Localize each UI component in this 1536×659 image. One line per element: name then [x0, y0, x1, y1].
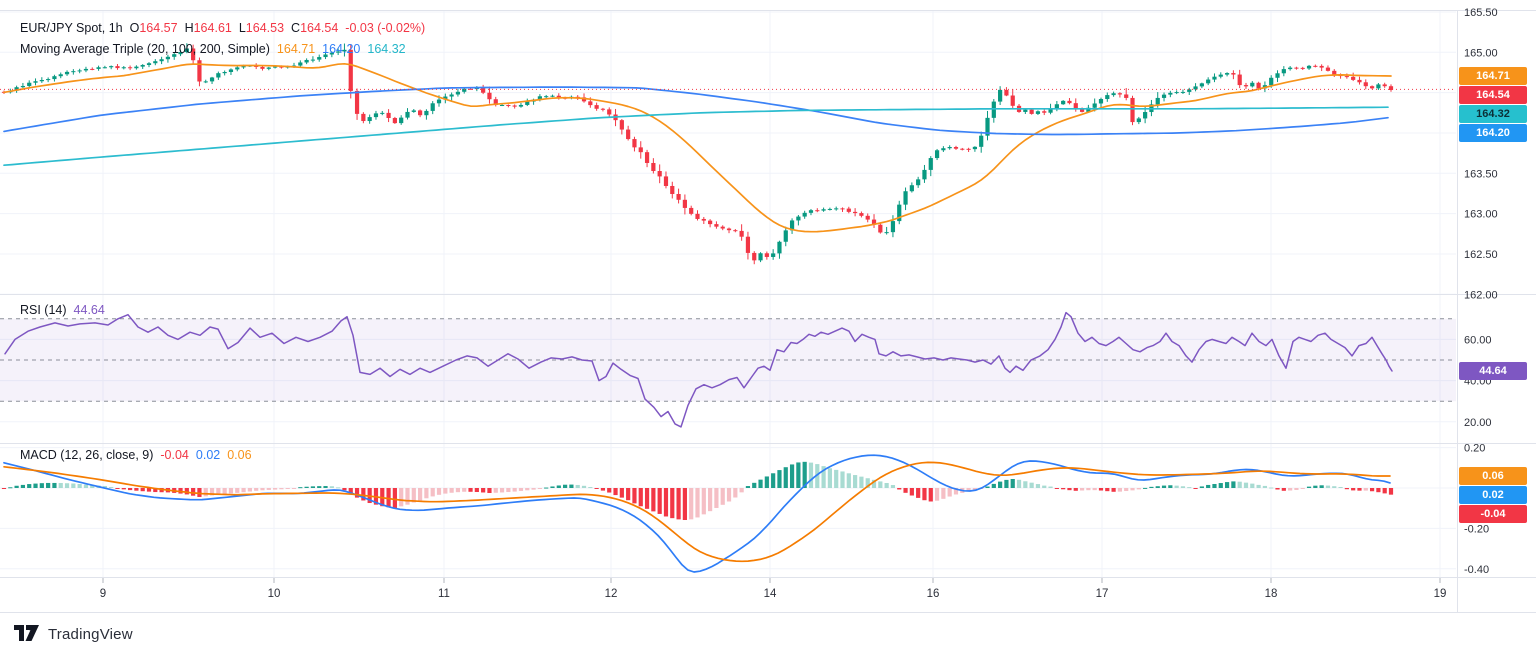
macd-signal-value: 0.06	[227, 448, 251, 462]
rsi-value: 44.64	[74, 303, 105, 317]
axis-badge: 164.32	[1459, 105, 1527, 123]
svg-text:60.00: 60.00	[1464, 334, 1492, 346]
svg-text:17: 17	[1096, 588, 1109, 600]
ma-legend-title: Moving Average Triple (20, 100, 200, Sim…	[20, 42, 270, 56]
axis-badge: 0.06	[1459, 467, 1527, 485]
svg-text:162.00: 162.00	[1464, 289, 1498, 301]
svg-text:14: 14	[764, 588, 777, 600]
ohlc-close: C164.54	[291, 21, 338, 35]
macd-hist-value: -0.04	[160, 448, 189, 462]
axis-badge: 164.20	[1459, 124, 1527, 142]
ma200-value: 164.32	[367, 42, 405, 56]
symbol-legend[interactable]: EUR/JPY Spot, 1h O164.57 H164.61 L164.53…	[20, 21, 425, 35]
ma-legend[interactable]: Moving Average Triple (20, 100, 200, Sim…	[20, 42, 406, 56]
svg-text:20.00: 20.00	[1464, 417, 1492, 429]
svg-text:163.50: 163.50	[1464, 168, 1498, 180]
svg-text:-0.20: -0.20	[1464, 523, 1489, 535]
svg-text:-0.40: -0.40	[1464, 564, 1489, 576]
ma100-value: 164.20	[322, 42, 360, 56]
macd-legend[interactable]: MACD (12, 26, close, 9) -0.04 0.02 0.06	[20, 448, 252, 462]
svg-text:11: 11	[438, 588, 450, 600]
axis-badge: 164.71	[1459, 67, 1527, 85]
svg-text:165.00: 165.00	[1464, 47, 1498, 59]
tradingview-logo[interactable]: TradingView	[14, 624, 133, 644]
axis-badge: 164.54	[1459, 86, 1527, 104]
tradingview-logo-text: TradingView	[48, 626, 133, 643]
ma20-value: 164.71	[277, 42, 315, 56]
ohlc-open: O164.57	[130, 21, 178, 35]
chart-root: 165.50 165.00 163.50 163.00 162.50 162.00 60.0…	[0, 0, 1536, 659]
ohlc-low: L164.53	[239, 21, 284, 35]
macd-legend-title: MACD (12, 26, close, 9)	[20, 448, 153, 462]
svg-text:162.50: 162.50	[1464, 249, 1498, 261]
ohlc-high: H164.61	[185, 21, 232, 35]
axis-badge: -0.04	[1459, 505, 1527, 523]
macd-line-value: 0.02	[196, 448, 220, 462]
change-value: -0.03 (-0.02%)	[345, 21, 425, 35]
svg-text:165.50: 165.50	[1464, 7, 1498, 19]
svg-text:18: 18	[1265, 588, 1278, 600]
svg-text:163.00: 163.00	[1464, 209, 1498, 221]
axis-badge: 0.02	[1459, 486, 1527, 504]
axis-badge: 44.64	[1459, 362, 1527, 380]
svg-text:16: 16	[927, 588, 940, 600]
svg-text:19: 19	[1434, 588, 1447, 600]
rsi-legend-title: RSI (14)	[20, 303, 67, 317]
tradingview-logo-icon	[14, 624, 40, 644]
svg-text:0.20: 0.20	[1464, 443, 1485, 455]
svg-text:9: 9	[100, 588, 106, 600]
symbol-title: EUR/JPY Spot, 1h	[20, 21, 123, 35]
svg-text:10: 10	[268, 588, 281, 600]
svg-text:12: 12	[605, 588, 618, 600]
rsi-legend[interactable]: RSI (14) 44.64	[20, 303, 105, 317]
chart-canvas[interactable]: 165.50 165.00 163.50 163.00 162.50 162.00 60.0…	[0, 0, 1536, 659]
